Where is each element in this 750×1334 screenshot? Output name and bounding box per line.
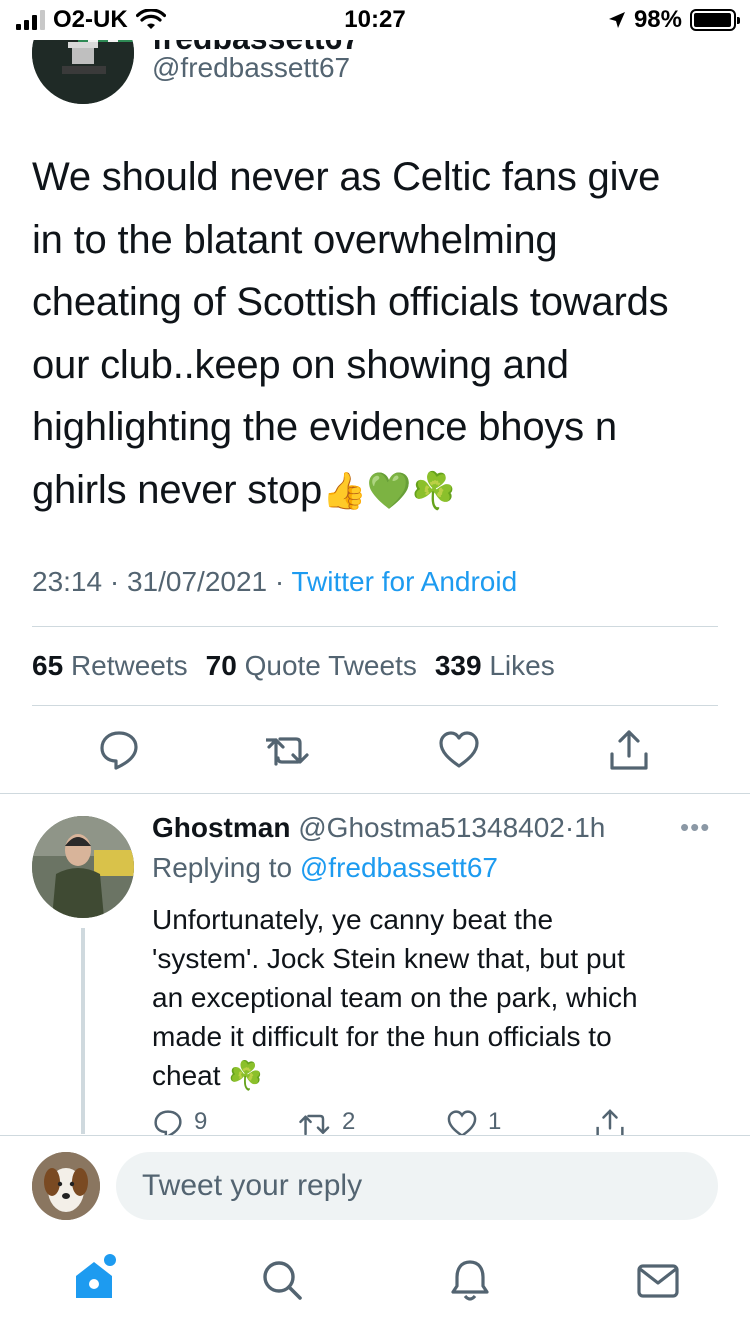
tweet-text: We should never as Celtic fans give in t…: [32, 146, 722, 522]
divider: [0, 1135, 750, 1136]
like-icon[interactable]: [437, 728, 481, 772]
tweet-time: 23:14: [32, 566, 103, 597]
tweet-text-line: ghirls never stop: [32, 467, 323, 512]
likes-stat[interactable]: 339 Likes: [435, 650, 555, 682]
reply-header: Ghostman @Ghostma51348402·1h: [152, 812, 605, 844]
replying-to: Replying to @fredbassett67: [152, 852, 498, 884]
reply-retweet-button[interactable]: 2: [298, 1108, 355, 1136]
reply-reply-count: 9: [194, 1108, 208, 1135]
notifications-icon: [451, 1260, 489, 1301]
reply-emoji: ☘️: [228, 1060, 264, 1091]
battery-percent: 98%: [633, 6, 682, 33]
tweet-text-line: highlighting the evidence bhoys n: [32, 405, 617, 449]
status-right: 98%: [608, 6, 740, 34]
tweet-emojis: 👍💚☘️: [322, 469, 456, 511]
reply-reply-button[interactable]: 9: [152, 1108, 207, 1136]
retweets-stat[interactable]: 65 Retweets: [32, 650, 188, 682]
tweet-actions: [0, 722, 750, 782]
reply-retweet-count: 2: [342, 1108, 356, 1135]
tweet-stats: 65 Retweets 70 Quote Tweets 339 Likes: [32, 650, 555, 682]
reply-like-button[interactable]: 1: [446, 1108, 501, 1136]
reply-time: 1h: [574, 812, 606, 843]
reply-text-line: Unfortunately, ye canny beat the: [152, 904, 554, 935]
divider: [0, 793, 750, 794]
tweet-source-link[interactable]: Twitter for Android: [292, 566, 518, 597]
search-icon: [263, 1261, 302, 1300]
replying-to-link[interactable]: @fredbassett67: [300, 852, 498, 883]
home-notification-dot: [104, 1254, 116, 1266]
divider: [32, 705, 718, 706]
quotes-label: Quote Tweets: [244, 650, 417, 681]
quotes-stat[interactable]: 70 Quote Tweets: [206, 650, 417, 682]
tweet-meta: 23:14 · 31/07/2021 · Twitter for Android: [32, 566, 517, 598]
share-icon: [596, 1109, 624, 1136]
status-bar: O2-UK 10:27 98%: [0, 0, 750, 40]
replying-to-prefix: Replying to: [152, 852, 293, 883]
reply-text: Unfortunately, ye canny beat the 'system…: [152, 900, 712, 1095]
tweet-text-line: our club..keep on showing and: [32, 342, 569, 387]
reply-actions: 9 2 1: [152, 1108, 652, 1136]
user-avatar[interactable]: [32, 1152, 100, 1220]
tweet-text-line: We should never as Celtic fans give: [32, 155, 661, 199]
retweets-count: 65: [32, 650, 64, 681]
retweets-label: Retweets: [70, 650, 188, 681]
tweet-date: 31/07/2021: [126, 566, 268, 597]
divider: [32, 626, 718, 627]
reply-avatar[interactable]: [32, 816, 134, 918]
reply-text-last-line: cheat ☘️: [152, 1056, 712, 1095]
meta-separator: ·: [274, 566, 285, 597]
reply-text-line: made it difficult for the hun officials …: [152, 1021, 612, 1052]
reply-icon: [154, 1110, 182, 1136]
battery-fill: [694, 13, 732, 27]
battery-icon: [690, 9, 740, 31]
reply-text-line: an exceptional team on the park, which: [152, 982, 638, 1013]
tweet-text-last-line: ghirls never stop👍💚☘️: [32, 459, 722, 523]
reply-input[interactable]: [116, 1152, 718, 1220]
tweet-text-line: in to the blatant overwhelming: [32, 217, 558, 262]
likes-label: Likes: [489, 650, 555, 681]
user-avatar-image: [32, 1152, 100, 1220]
more-options-icon[interactable]: •••: [680, 812, 710, 843]
reply-avatar-image: [32, 816, 134, 918]
reply-author-name[interactable]: Ghostman: [152, 812, 290, 843]
author-handle[interactable]: @fredbassett67: [152, 52, 350, 84]
reply-text-line: 'system'. Jock Stein knew that, but put: [152, 943, 625, 974]
thread-line: [81, 928, 85, 1134]
location-arrow-icon: [608, 12, 625, 28]
retweet-icon[interactable]: [264, 728, 310, 772]
tab-notifications[interactable]: [446, 1256, 494, 1304]
share-icon[interactable]: [607, 728, 651, 772]
reply-author-handle[interactable]: @Ghostma51348402: [298, 812, 565, 843]
reply-like-count: 1: [488, 1108, 502, 1135]
reply-separator: ·: [564, 812, 575, 843]
reply-share-button[interactable]: [594, 1108, 626, 1136]
tweet-text-line: cheating of Scottish officials towards: [32, 280, 669, 324]
retweet-icon: [299, 1114, 330, 1136]
tab-search[interactable]: [258, 1256, 306, 1304]
like-icon: [447, 1110, 477, 1136]
messages-icon: [637, 1264, 679, 1298]
tab-messages[interactable]: [634, 1256, 682, 1304]
reply-icon[interactable]: [97, 728, 141, 772]
likes-count: 339: [434, 650, 482, 681]
reply-text-line: cheat: [152, 1060, 221, 1091]
quotes-count: 70: [205, 650, 237, 681]
meta-separator: ·: [109, 566, 120, 597]
